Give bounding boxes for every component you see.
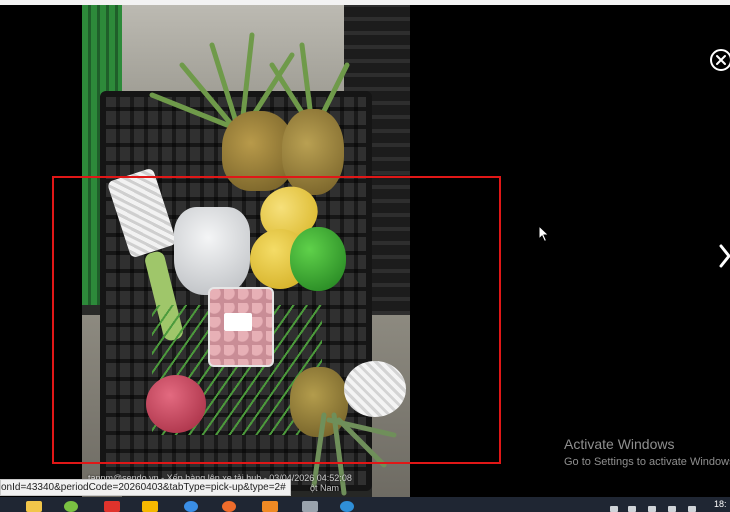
app-icon-red[interactable] bbox=[104, 501, 120, 512]
mouse-pointer-icon bbox=[538, 225, 550, 243]
chrome-icon[interactable] bbox=[222, 501, 236, 512]
taskbar-clock[interactable]: 18: bbox=[714, 499, 727, 509]
status-bar-url: onId=43340&periodCode=20260403&tabType=p… bbox=[0, 479, 291, 496]
edge-icon[interactable] bbox=[184, 501, 198, 512]
file-explorer-icon[interactable] bbox=[26, 501, 42, 512]
activate-windows-subtitle: Go to Settings to activate Windows. bbox=[564, 456, 730, 468]
app-icon-blue[interactable] bbox=[340, 501, 354, 512]
app-icon-green[interactable] bbox=[64, 501, 78, 512]
tray-app-icon[interactable] bbox=[628, 506, 636, 512]
app-icon-orange[interactable] bbox=[262, 501, 278, 512]
app-icon-gray[interactable] bbox=[302, 501, 318, 512]
activate-windows-title: Activate Windows bbox=[564, 436, 675, 452]
chevron-right-icon[interactable] bbox=[718, 243, 730, 269]
volume-icon[interactable] bbox=[668, 506, 676, 512]
app-icon-yellow[interactable] bbox=[142, 501, 158, 512]
network-icon[interactable] bbox=[648, 506, 656, 512]
close-icon[interactable] bbox=[710, 49, 730, 71]
highlight-frame bbox=[52, 176, 501, 464]
image-lightbox: tanpm@sendo.vn - Xếp hàng lên xe tải hub… bbox=[0, 5, 730, 497]
tray-chevron-icon[interactable] bbox=[610, 506, 618, 512]
close-x-glyph bbox=[716, 55, 726, 65]
battery-icon[interactable] bbox=[688, 506, 696, 512]
